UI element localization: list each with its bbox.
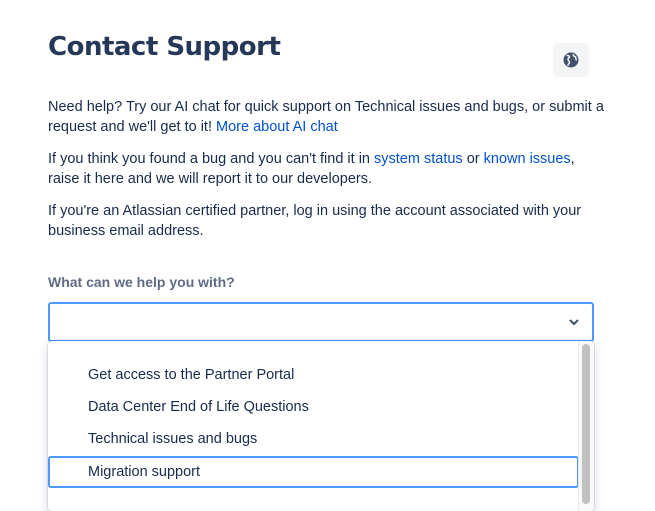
system-status-link[interactable]: system status (374, 151, 463, 167)
chevron-down-icon (569, 319, 579, 325)
request-type-select[interactable] (48, 302, 594, 342)
bug-text-pre: If you think you found a bug and you can… (48, 151, 375, 167)
language-button[interactable] (553, 43, 589, 77)
menu-scrollbar[interactable] (578, 341, 594, 511)
globe-icon (563, 52, 579, 68)
intro-paragraph-bug: If you think you found a bug and you can… (48, 149, 608, 189)
page-title: Contact Support (48, 32, 281, 62)
intro-paragraph-partner: If you're an Atlassian certified partner… (48, 203, 582, 239)
bug-text-mid: or (462, 151, 484, 167)
request-type-menu: Get access to the Partner Portal Data Ce… (48, 341, 594, 511)
request-type-label: What can we help you with? (48, 274, 235, 290)
option-technical-issues[interactable]: Technical issues and bugs (48, 424, 579, 456)
option-partner-portal[interactable]: Get access to the Partner Portal (48, 360, 579, 392)
known-issues-link[interactable]: known issues (484, 151, 571, 167)
scrollbar-thumb[interactable] (582, 344, 590, 504)
intro-paragraph-ai: Need help? Try our AI chat for quick sup… (48, 97, 608, 137)
option-migration-support[interactable]: Migration support (48, 456, 579, 488)
ai-chat-link[interactable]: More about AI chat (216, 119, 338, 135)
option-data-center-eol[interactable]: Data Center End of Life Questions (48, 392, 579, 424)
